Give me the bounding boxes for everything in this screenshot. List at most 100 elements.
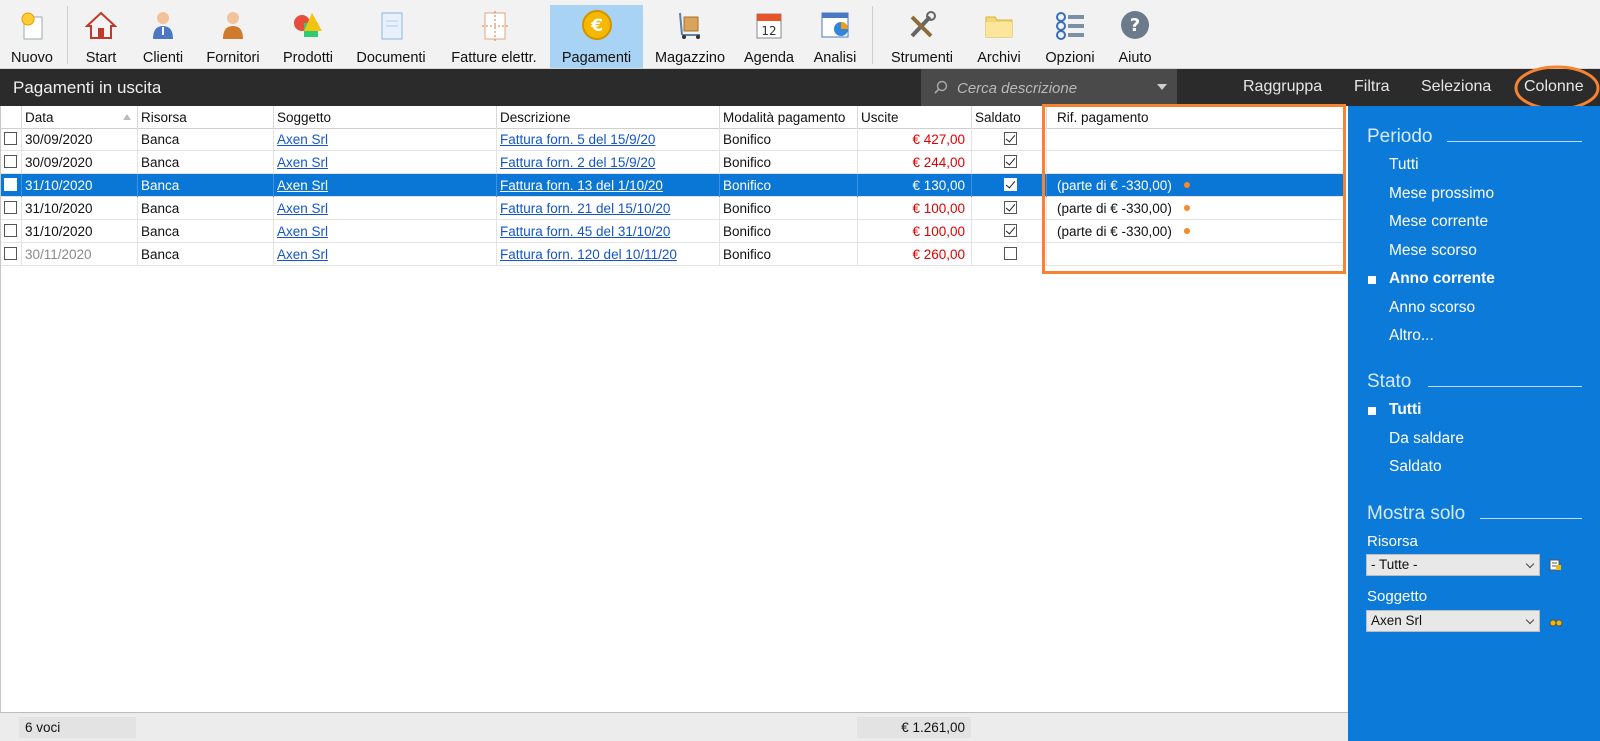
row-checkbox[interactable] <box>4 247 17 260</box>
column-header-soggetto[interactable]: Soggetto <box>274 106 497 129</box>
soggetto-link[interactable]: Axen Srl <box>277 155 328 170</box>
periodo-option[interactable]: Anno corrente <box>1389 270 1495 288</box>
periodo-option[interactable]: Mese scorso <box>1389 242 1477 260</box>
chevron-down-icon[interactable] <box>1157 84 1167 90</box>
table-row[interactable]: 31/10/2020 Banca Axen Srl Fattura forn. 45 … <box>1 220 1346 243</box>
toolbar-button-agenda[interactable]: 12 Agenda <box>740 5 798 68</box>
table-row[interactable]: 30/09/2020 Banca Axen Srl Fattura forn. 5 d… <box>1 128 1346 151</box>
soggetto-link[interactable]: Axen Srl <box>277 178 328 193</box>
column-header-saldato[interactable]: Saldato <box>972 106 1047 129</box>
cell-uscite: € 427,00 <box>858 128 972 151</box>
toolbar-button-archivi[interactable]: Archivi <box>972 5 1026 68</box>
cell-saldato <box>972 197 1047 220</box>
toolbar-separator <box>872 6 873 64</box>
saldato-checkbox[interactable] <box>1004 178 1017 191</box>
toolbar-button-analisi[interactable]: Analisi <box>809 5 861 68</box>
status-dot-icon <box>1183 182 1190 189</box>
periodo-option[interactable]: Tutti <box>1389 156 1419 174</box>
saldato-checkbox[interactable] <box>1004 201 1017 214</box>
risorsa-select[interactable]: - Tutte - <box>1366 554 1540 576</box>
table-row[interactable]: 31/10/2020 Banca Axen Srl Fattura forn. 21 … <box>1 197 1346 220</box>
table-row[interactable]: 30/09/2020 Banca Axen Srl Fattura forn. 2 d… <box>1 151 1346 174</box>
row-select-cell <box>1 243 22 266</box>
toolbar-button-documenti[interactable]: Documenti <box>350 5 432 68</box>
stato-option[interactable]: Saldato <box>1389 458 1442 476</box>
toolbar-button-fatture-elettr[interactable]: Fatture elettr. <box>444 5 544 68</box>
descrizione-link[interactable]: Fattura forn. 120 del 10/11/20 <box>500 247 677 262</box>
periodo-option[interactable]: Mese prossimo <box>1389 185 1494 203</box>
row-checkbox[interactable] <box>4 224 17 237</box>
periodo-option[interactable]: Anno scorso <box>1389 299 1475 317</box>
cell-descrizione: Fattura forn. 120 del 10/11/20 <box>497 243 720 266</box>
column-header-modalita[interactable]: Modalità pagamento <box>720 106 858 129</box>
soggetto-link[interactable]: Axen Srl <box>277 201 328 216</box>
column-header-descrizione[interactable]: Descrizione <box>497 106 720 129</box>
saldato-checkbox[interactable] <box>1004 224 1017 237</box>
cell-descrizione: Fattura forn. 5 del 15/9/20 <box>497 128 720 151</box>
seleziona-button[interactable]: Seleziona <box>1421 78 1491 96</box>
table-header: Data Risorsa Soggetto Descrizione Modali… <box>1 106 1346 129</box>
table-row[interactable]: 31/10/2020 Banca Axen Srl Fattura forn. 13 … <box>1 174 1346 197</box>
soggetto-link[interactable]: Axen Srl <box>277 224 328 239</box>
search-input[interactable] <box>957 77 1137 99</box>
toolbar-button-clienti[interactable]: Clienti <box>136 5 190 68</box>
toolbar-label: Start <box>85 50 117 66</box>
edit-list-icon[interactable] <box>1549 559 1561 571</box>
descrizione-link[interactable]: Fattura forn. 45 del 31/10/20 <box>500 224 670 239</box>
soggetto-link[interactable]: Axen Srl <box>277 132 328 147</box>
cell-data: 31/10/2020 <box>22 197 138 220</box>
toolbar-button-prodotti[interactable]: Prodotti <box>278 5 338 68</box>
toolbar-button-strumenti[interactable]: Strumenti <box>886 5 958 68</box>
home-icon <box>84 9 118 41</box>
cell-data: 30/11/2020 <box>22 243 138 266</box>
row-checkbox[interactable] <box>4 178 17 191</box>
toolbar-button-aiuto[interactable]: ? Aiuto <box>1111 5 1159 68</box>
filtra-button[interactable]: Filtra <box>1354 78 1390 96</box>
cell-rif-pagamento: (parte di € -330,00) <box>1047 197 1346 220</box>
row-checkbox[interactable] <box>4 132 17 145</box>
saldato-checkbox[interactable] <box>1004 132 1017 145</box>
saldato-checkbox[interactable] <box>1004 155 1017 168</box>
toolbar-button-pagamenti[interactable]: € Pagamenti <box>550 5 643 68</box>
sort-asc-icon <box>123 114 131 120</box>
cell-saldato <box>972 220 1047 243</box>
options-icon <box>1054 9 1086 41</box>
section-title-mostra-solo: Mostra solo <box>1367 503 1466 524</box>
toolbar-separator <box>67 6 68 64</box>
periodo-option[interactable]: Mese corrente <box>1389 213 1488 231</box>
row-checkbox[interactable] <box>4 155 17 168</box>
help-icon: ? <box>1119 9 1151 41</box>
search-box[interactable] <box>921 69 1177 106</box>
column-header-uscite[interactable]: Uscite <box>858 106 972 129</box>
periodo-option[interactable]: Altro... <box>1389 327 1434 345</box>
descrizione-link[interactable]: Fattura forn. 13 del 1/10/20 <box>500 178 663 193</box>
column-header-data[interactable]: Data <box>22 106 138 129</box>
toolbar-button-magazzino[interactable]: Magazzino <box>651 5 729 68</box>
toolbar-label: Magazzino <box>654 50 726 66</box>
soggetto-select[interactable]: Axen Srl <box>1366 610 1540 632</box>
descrizione-link[interactable]: Fattura forn. 2 del 15/9/20 <box>500 155 655 170</box>
selected-bullet-icon <box>1368 276 1376 284</box>
soggetto-link[interactable]: Axen Srl <box>277 247 328 262</box>
table-row[interactable]: 30/11/2020 Banca Axen Srl Fattura forn. 120… <box>1 243 1346 266</box>
binoculars-icon[interactable] <box>1549 616 1563 628</box>
toolbar-button-opzioni[interactable]: Opzioni <box>1039 5 1101 68</box>
saldato-checkbox[interactable] <box>1004 247 1017 260</box>
toolbar-button-fornitori[interactable]: Fornitori <box>200 5 266 68</box>
rif-pagamento-text: (parte di € -330,00) <box>1057 224 1172 239</box>
cell-modalita: Bonifico <box>720 220 858 243</box>
stato-option[interactable]: Tutti <box>1389 401 1421 419</box>
row-checkbox[interactable] <box>4 201 17 214</box>
documents-icon <box>375 9 407 41</box>
descrizione-link[interactable]: Fattura forn. 21 del 15/10/20 <box>500 201 670 216</box>
cell-rif-pagamento <box>1047 128 1346 151</box>
column-header-risorsa[interactable]: Risorsa <box>138 106 274 129</box>
column-header-rif-pagamento[interactable]: Rif. pagamento <box>1047 106 1346 129</box>
main-toolbar: Nuovo Start Clienti Fornitori Prodotti D… <box>0 0 1600 69</box>
raggruppa-button[interactable]: Raggruppa <box>1243 78 1322 96</box>
stato-option[interactable]: Da saldare <box>1389 430 1464 448</box>
toolbar-button-nuovo[interactable]: Nuovo <box>3 5 61 68</box>
warehouse-icon <box>674 9 706 41</box>
descrizione-link[interactable]: Fattura forn. 5 del 15/9/20 <box>500 132 655 147</box>
toolbar-button-start[interactable]: Start <box>78 5 124 68</box>
